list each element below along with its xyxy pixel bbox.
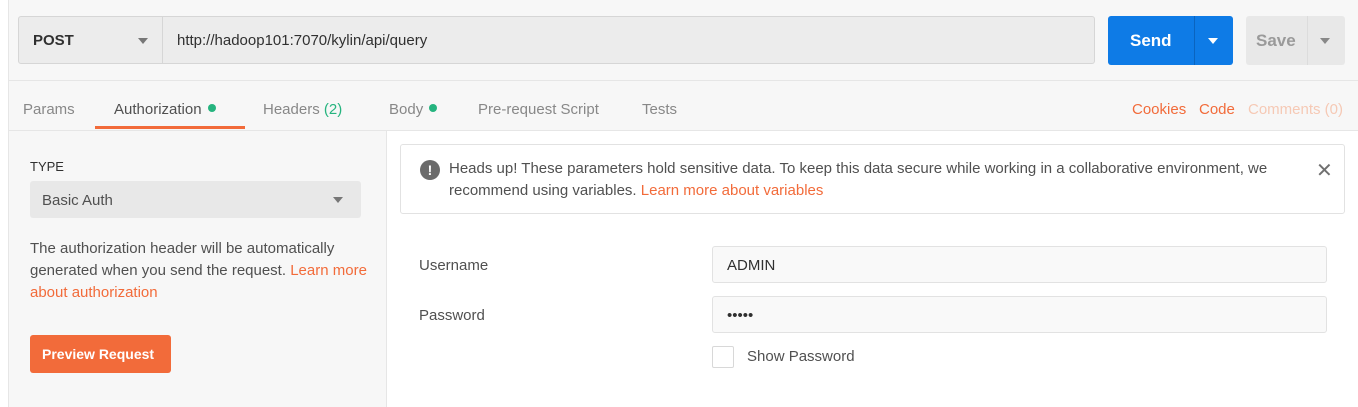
comments-link[interactable]: Comments (0) [1248, 101, 1343, 118]
learn-more-variables-link[interactable]: Learn more about variables [641, 182, 824, 199]
send-dropdown-chevron-down-icon[interactable] [1208, 38, 1218, 44]
notice-message: Heads up! These parameters hold sensitiv… [449, 160, 1268, 199]
request-tabs: Params Authorization Headers (2) Body Pr… [9, 81, 1358, 131]
auth-type-panel: TYPE Basic Auth The authorization header… [9, 131, 387, 407]
username-label: Username [419, 257, 489, 274]
active-tab-underline [95, 126, 245, 129]
tab-tests[interactable]: Tests [642, 101, 677, 118]
url-text: http://hadoop101:7070/kylin/api/query [177, 32, 428, 49]
code-link[interactable]: Code [1199, 101, 1235, 118]
preview-request-label: Preview Request [42, 346, 155, 362]
chevron-down-icon [333, 197, 343, 203]
auth-description-text: The authorization header will be automat… [30, 240, 335, 279]
show-password-checkbox[interactable] [712, 346, 734, 368]
auth-type-value: Basic Auth [42, 192, 113, 209]
tab-params[interactable]: Params [23, 101, 75, 118]
tab-body[interactable]: Body [389, 101, 438, 118]
tab-body-label: Body [389, 101, 424, 118]
url-input[interactable]: http://hadoop101:7070/kylin/api/query [163, 16, 1095, 64]
tab-headers-label: Headers [263, 101, 320, 118]
password-input[interactable]: ••••• [712, 296, 1327, 333]
method-label: POST [33, 32, 74, 49]
tab-authorization[interactable]: Authorization [114, 101, 216, 118]
chevron-down-icon [138, 38, 148, 44]
headers-count: (2) [323, 101, 343, 118]
show-password-label[interactable]: Show Password [747, 348, 855, 365]
password-value: ••••• [727, 307, 754, 324]
type-label: TYPE [30, 159, 64, 174]
tab-authorization-label: Authorization [114, 101, 202, 118]
username-value: ADMIN [727, 257, 776, 274]
send-label: Send [1130, 31, 1172, 50]
sensitive-data-notice: ! Heads up! These parameters hold sensit… [400, 144, 1345, 214]
tab-pre-request-script[interactable]: Pre-request Script [478, 101, 599, 118]
send-button[interactable]: Send [1108, 16, 1233, 65]
password-label: Password [419, 307, 485, 324]
preview-request-button[interactable]: Preview Request [30, 335, 171, 373]
save-divider [1307, 16, 1308, 65]
auth-description: The authorization header will be automat… [30, 238, 370, 304]
body-indicator-dot-icon [429, 104, 438, 112]
tab-headers[interactable]: Headers (2) [263, 101, 342, 118]
method-select[interactable]: POST [18, 16, 163, 64]
cookies-link[interactable]: Cookies [1132, 101, 1186, 118]
notice-text: Heads up! These parameters hold sensitiv… [449, 158, 1309, 202]
active-indicator-dot-icon [207, 104, 216, 112]
send-divider [1194, 16, 1195, 65]
username-input[interactable]: ADMIN [712, 246, 1327, 283]
close-icon[interactable]: ✕ [1316, 158, 1333, 183]
auth-type-select[interactable]: Basic Auth [30, 181, 361, 218]
exclamation-circle-icon: ! [420, 160, 440, 180]
save-button[interactable]: Save [1246, 16, 1345, 65]
save-dropdown-chevron-down-icon[interactable] [1320, 38, 1330, 44]
save-label: Save [1256, 31, 1296, 50]
